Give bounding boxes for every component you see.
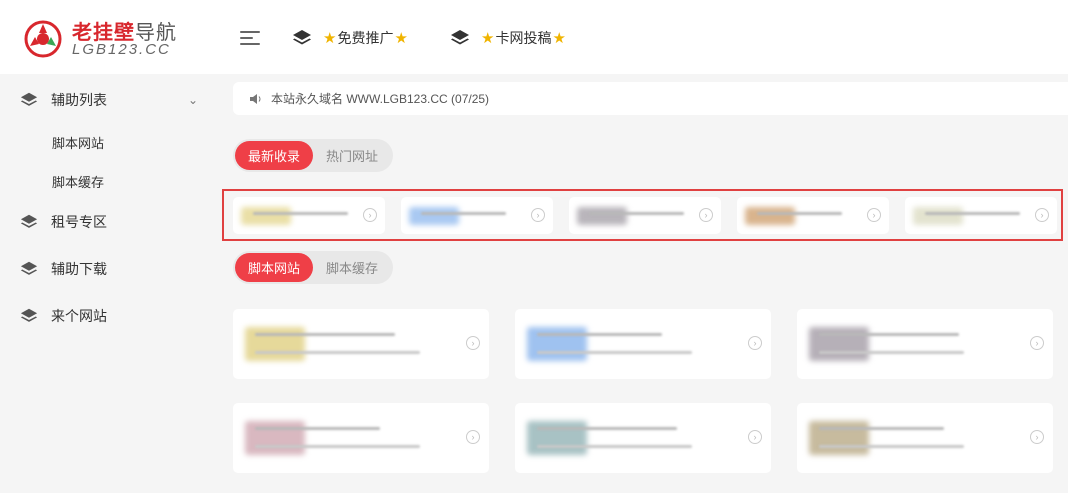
- site-desc-blurred: [537, 445, 692, 448]
- site-desc-blurred: [537, 351, 692, 354]
- layers-icon: [293, 30, 311, 45]
- sidebar-item-rent-account[interactable]: 租号专区: [0, 202, 220, 242]
- site-title-blurred: [925, 212, 1020, 215]
- tab-latest[interactable]: 最新收录: [235, 141, 314, 170]
- chevron-right-icon: ›: [363, 208, 377, 222]
- announcement-bar: 本站永久域名 WWW.LGB123.CC (07/25): [233, 82, 1068, 115]
- site-desc-blurred: [255, 445, 420, 448]
- sidebar-subitem-script-sites[interactable]: 脚本网站: [52, 133, 104, 152]
- site-title-blurred: [421, 212, 506, 215]
- site-title-blurred: [819, 427, 944, 430]
- site-logo[interactable]: 老挂壁导航 LGB123.CC: [24, 16, 194, 62]
- chevron-right-icon: ›: [867, 208, 881, 222]
- topnav-label: 免费推广: [337, 30, 394, 46]
- chevron-right-icon: ›: [466, 430, 480, 444]
- chevron-right-icon: ›: [1030, 430, 1044, 444]
- site-desc-blurred: [255, 351, 420, 354]
- sidebar-item-submit-site[interactable]: 来个网站: [0, 296, 220, 336]
- sidebar-item-aux-list[interactable]: 辅助列表 ⌄: [0, 80, 220, 120]
- site-thumbnail: [241, 207, 291, 225]
- topnav-free-promo[interactable]: ★ 免费推广 ★: [292, 26, 409, 50]
- site-thumbnail: [745, 207, 795, 225]
- chevron-right-icon: ›: [1030, 336, 1044, 350]
- chevron-right-icon: ›: [1035, 208, 1049, 222]
- star-icon: ★: [552, 30, 566, 47]
- top-header: 老挂壁导航 LGB123.CC ★ 免费推广 ★ ★ 卡网投稿 ★: [0, 0, 1068, 74]
- sidebar-item-label: 租号专区: [51, 214, 107, 230]
- site-title-blurred: [255, 427, 380, 430]
- site-card[interactable]: ›: [401, 197, 553, 234]
- site-card[interactable]: ›: [737, 197, 889, 234]
- sidebar-item-label: 辅助列表: [51, 92, 107, 108]
- layers-icon: [20, 261, 38, 275]
- star-icon: ★: [323, 30, 337, 47]
- site-card[interactable]: ›: [515, 403, 771, 473]
- site-title-blurred: [757, 212, 842, 215]
- layers-icon: [20, 214, 38, 228]
- star-icon: ★: [394, 30, 408, 47]
- site-card[interactable]: ›: [905, 197, 1057, 234]
- site-card[interactable]: ›: [569, 197, 721, 234]
- site-card[interactable]: ›: [797, 403, 1053, 473]
- speaker-icon: [250, 93, 261, 104]
- star-icon: ★: [481, 30, 495, 47]
- chevron-right-icon: ›: [699, 208, 713, 222]
- chevron-right-icon: ›: [748, 430, 762, 444]
- site-desc-blurred: [819, 445, 964, 448]
- tab-popular[interactable]: 热门网址: [313, 141, 391, 170]
- section-tabs-scripts: 脚本网站 脚本缓存: [233, 251, 394, 284]
- site-title-blurred: [819, 333, 959, 336]
- chevron-right-icon: ›: [748, 336, 762, 350]
- chevron-right-icon: ›: [466, 336, 480, 350]
- site-title-blurred: [253, 212, 348, 215]
- sidebar: 辅助列表 ⌄ 脚本网站 脚本缓存 租号专区 辅助下载 来个网站: [0, 74, 220, 493]
- topnav-label: 卡网投稿: [495, 30, 552, 46]
- chevron-right-icon: ›: [531, 208, 545, 222]
- chevron-down-icon: ⌄: [188, 93, 199, 107]
- site-thumbnail: [409, 207, 459, 225]
- sidebar-item-label: 来个网站: [51, 308, 107, 324]
- site-card[interactable]: ›: [233, 197, 385, 234]
- site-title-blurred: [537, 427, 677, 430]
- announcement-text: 本站永久域名 WWW.LGB123.CC (07/25): [271, 92, 490, 106]
- tab-script-sites[interactable]: 脚本网站: [235, 253, 314, 282]
- sidebar-item-aux-download[interactable]: 辅助下载: [0, 249, 220, 289]
- logo-subtitle: LGB123.CC: [72, 41, 171, 58]
- layers-icon: [20, 308, 38, 322]
- site-title-blurred: [589, 212, 684, 215]
- sidebar-subitem-script-cache[interactable]: 脚本缓存: [52, 172, 104, 191]
- layers-icon: [451, 30, 469, 45]
- menu-toggle-button[interactable]: [240, 28, 262, 48]
- layers-icon: [20, 92, 38, 106]
- site-thumbnail: [577, 207, 627, 225]
- site-title-blurred: [537, 333, 662, 336]
- logo-mark-icon: [24, 20, 62, 58]
- tab-script-cache[interactable]: 脚本缓存: [313, 253, 391, 282]
- site-title-blurred: [255, 333, 395, 336]
- site-card[interactable]: ›: [515, 309, 771, 379]
- site-card[interactable]: ›: [233, 403, 489, 473]
- site-thumbnail: [913, 207, 963, 225]
- sidebar-item-label: 辅助下载: [51, 261, 107, 277]
- section-tabs-latest: 最新收录 热门网址: [233, 139, 394, 172]
- site-desc-blurred: [819, 351, 964, 354]
- topnav-card-submit[interactable]: ★ 卡网投稿 ★: [450, 26, 567, 50]
- site-card[interactable]: ›: [797, 309, 1053, 379]
- site-card[interactable]: ›: [233, 309, 489, 379]
